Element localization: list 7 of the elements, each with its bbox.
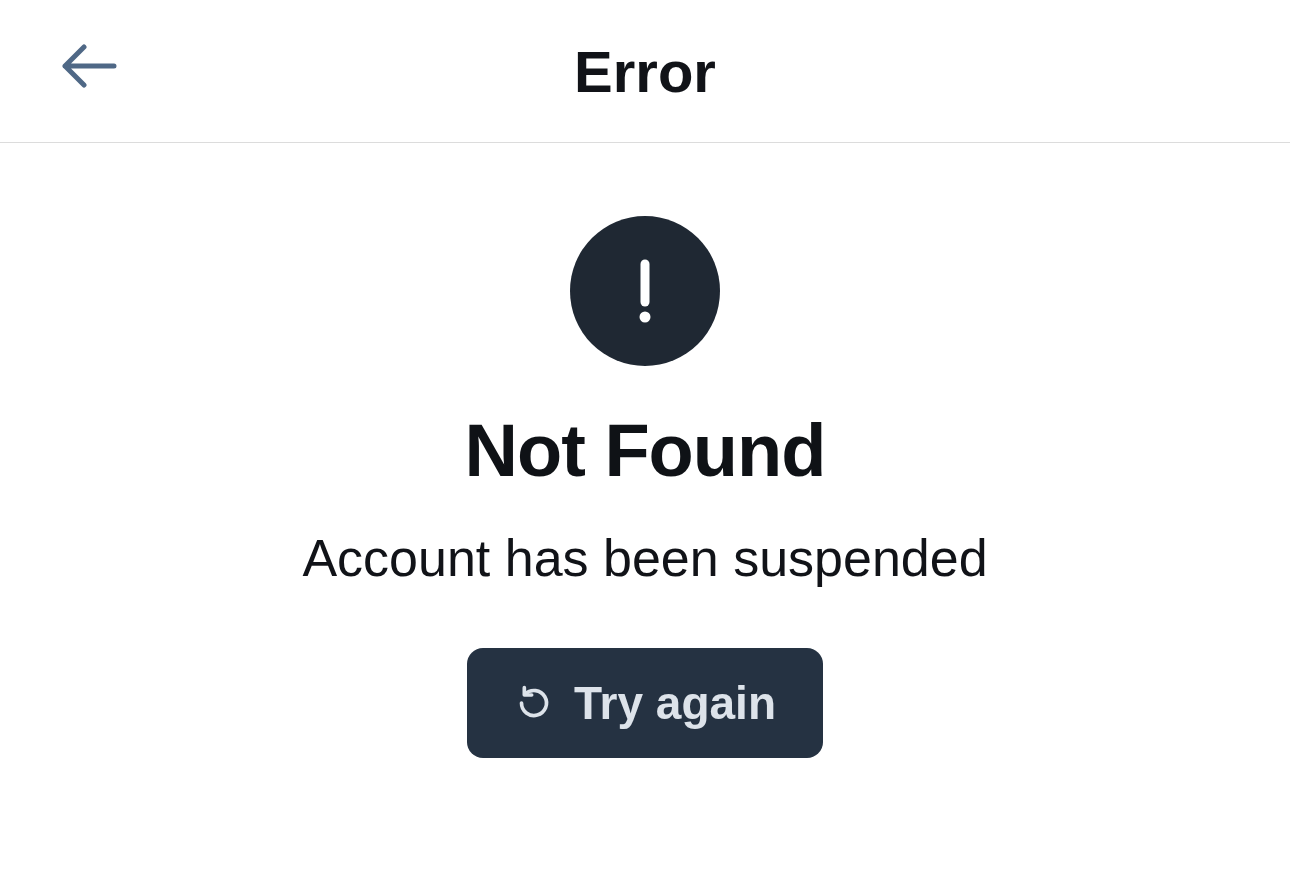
exclamation-icon [570,216,720,366]
error-message: Account has been suspended [302,528,988,590]
try-again-button[interactable]: Try again [467,647,823,758]
error-title: Not Found [464,410,826,492]
back-arrow-icon [60,44,118,88]
page-title: Error [574,37,716,105]
back-button[interactable] [60,44,118,88]
